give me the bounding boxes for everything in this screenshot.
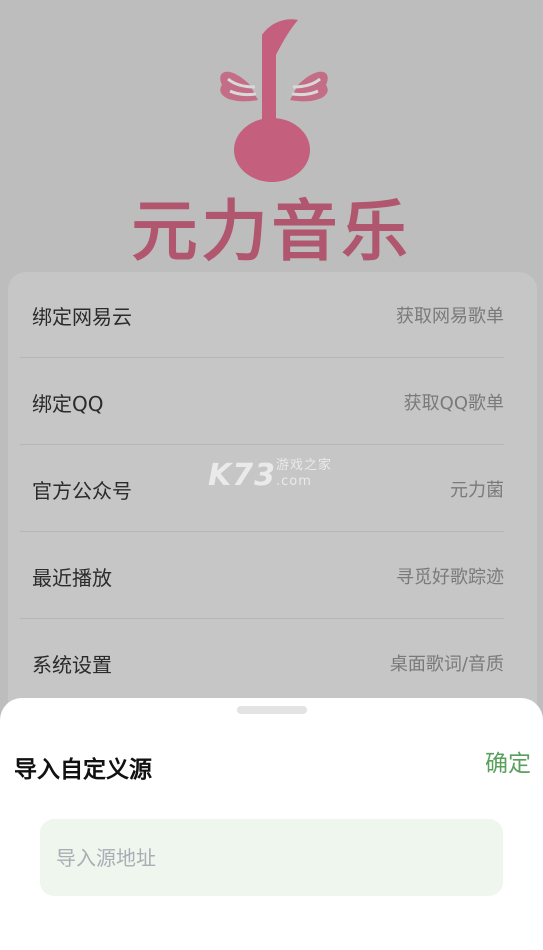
menu-item-title: 绑定QQ [32, 391, 104, 416]
watermark-cn: 游戏之家 [276, 458, 333, 473]
app-logo: 元力音乐 [0, 0, 543, 270]
menu-item-bind-netease[interactable]: 绑定网易云 获取网易歌单 [20, 272, 504, 358]
menu-item-title: 最近播放 [32, 565, 112, 590]
menu-item-system-settings[interactable]: 系统设置 桌面歌词/音质 [20, 620, 504, 706]
menu-item-recent-play[interactable]: 最近播放 寻觅好歌踪迹 [20, 533, 504, 619]
watermark-domain: .com [276, 474, 312, 489]
menu-item-title: 绑定网易云 [32, 304, 132, 329]
k73-watermark: K73 游戏之家 .com [208, 458, 331, 493]
drag-handle[interactable] [237, 706, 307, 714]
menu-item-title: 系统设置 [32, 652, 112, 677]
menu-item-subtitle: 寻觅好歌踪迹 [396, 567, 504, 588]
menu-item-bind-qq[interactable]: 绑定QQ 获取QQ歌单 [20, 359, 504, 445]
dialog-title: 导入自定义源 [14, 757, 152, 783]
music-note-logo-icon [220, 19, 328, 182]
logo-text: 元力音乐 [131, 193, 412, 270]
confirm-button[interactable]: 确定 [485, 744, 531, 778]
source-url-input[interactable] [40, 819, 503, 896]
menu-item-subtitle: 元力菌 [450, 480, 504, 501]
watermark-main: K73 [208, 458, 276, 493]
settings-menu-card: 绑定网易云 获取网易歌单 绑定QQ 获取QQ歌单 官方公众号 元力菌 最近播放 … [8, 272, 537, 752]
menu-item-subtitle: 获取QQ歌单 [403, 393, 504, 414]
menu-item-title: 官方公众号 [32, 478, 132, 503]
import-source-bottom-sheet: 导入自定义源 确定 [0, 698, 543, 950]
menu-item-subtitle: 桌面歌词/音质 [389, 654, 504, 675]
menu-item-subtitle: 获取网易歌单 [396, 306, 504, 327]
